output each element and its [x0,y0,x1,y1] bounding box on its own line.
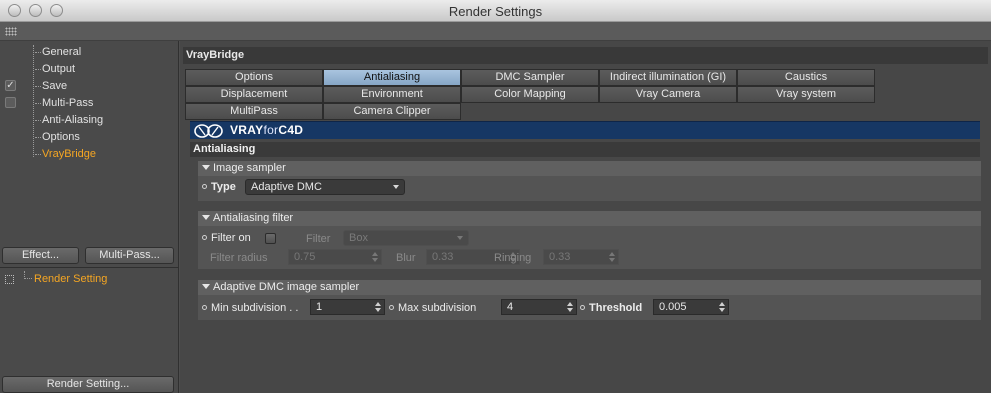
chevron-down-icon [457,236,463,240]
filter-select[interactable]: Box [343,230,469,246]
stepper-icon[interactable] [719,302,725,312]
tab-caustics[interactable]: Caustics [737,69,875,86]
filter-on-label: Filter on [202,232,251,244]
collapse-triangle-icon [202,215,210,220]
threshold-label: Threshold [580,302,642,314]
toolbar-strip [0,22,991,41]
blur-label: Blur [396,252,416,264]
animate-dot-icon[interactable] [389,305,394,310]
animate-dot-icon[interactable] [202,235,207,240]
image-sampler-header[interactable]: Image sampler [198,161,981,176]
tab-antialiasing[interactable]: Antialiasing [323,69,461,86]
tab-multipass[interactable]: MultiPass [185,103,323,120]
max-subdivision-label: Max subdivision [389,302,476,314]
collapse-triangle-icon [202,165,210,170]
tree-connector [33,45,34,157]
window-titlebar: Render Settings [0,0,991,22]
filter-on-checkbox[interactable] [265,233,276,244]
max-subdivision-field[interactable]: 4 [501,299,577,315]
aa-filter-header[interactable]: Antialiasing filter [198,211,981,226]
tab-environment[interactable]: Environment [323,86,461,103]
sidebar-item-vraybridge[interactable]: VrayBridge [35,146,96,162]
sidebar-item-label: Multi-Pass [42,97,94,109]
threshold-field[interactable]: 0.005 [653,299,729,315]
tab-color-mapping[interactable]: Color Mapping [461,86,599,103]
filter-radius-label: Filter radius [210,252,268,264]
image-sampler-group: Image sampler Type Adaptive DMC [198,161,981,201]
stepper-icon[interactable] [372,252,378,262]
sidebar-item-output[interactable]: Output [35,61,75,77]
render-setting-icon[interactable] [5,275,14,284]
tab-dmc-sampler[interactable]: DMC Sampler [461,69,599,86]
tree-connector [24,271,32,279]
sidebar-item-label: Output [42,63,76,75]
ringing-field[interactable]: 0.33 [543,249,619,265]
save-checkbox[interactable]: ✓ [5,80,16,91]
multi-pass-button[interactable]: Multi-Pass... [85,247,174,264]
sidebar-item-label: VrayBridge [42,148,97,160]
tab-options[interactable]: Options [185,69,323,86]
min-subdivision-field[interactable]: 1 [310,299,385,315]
tab-indirect-illumination[interactable]: Indirect illumination (GI) [599,69,737,86]
adaptive-dmc-header[interactable]: Adaptive DMC image sampler [198,280,981,295]
sidebar-item-general[interactable]: General [35,44,81,60]
collapse-triangle-icon [202,284,210,289]
animate-dot-icon[interactable] [580,305,585,310]
ringing-label: Ringing [494,252,532,264]
adaptive-dmc-group: Adaptive DMC image sampler Min subdivisi… [198,280,981,320]
sidebar-item-multi-pass[interactable]: Multi-Pass [35,95,93,111]
chevron-down-icon [393,185,399,189]
vray-logo-icon [194,124,223,138]
render-setting-item[interactable]: Render Setting [34,273,107,285]
vray-logo-text: VRAYforC4D [230,123,304,137]
stepper-icon[interactable] [567,302,573,312]
type-label: Type [202,181,236,193]
tab-camera-clipper[interactable]: Camera Clipper [323,103,461,120]
tab-displacement[interactable]: Displacement [185,86,323,103]
sidebar-item-label: Options [42,131,80,143]
min-subdivision-label: Min subdivision . . [202,302,298,314]
animate-dot-icon[interactable] [202,305,207,310]
filter-radius-field[interactable]: 0.75 [288,249,382,265]
sidebar-item-options[interactable]: Options [35,129,80,145]
type-select[interactable]: Adaptive DMC [245,179,405,195]
grip-icon[interactable] [5,27,17,36]
effect-button[interactable]: Effect... [2,247,79,264]
settings-sidebar: General Output ✓ Save Multi-Pass Anti-Al… [0,41,179,393]
settings-content: VrayBridge Options Antialiasing DMC Samp… [180,41,991,393]
filter-label: Filter [306,233,331,245]
panel-title: VrayBridge [183,47,988,64]
sidebar-item-label: Save [42,80,68,92]
vray-banner: VRAYforC4D [190,121,980,139]
section-title: Antialiasing [190,142,980,157]
tab-vray-camera[interactable]: Vray Camera [599,86,737,103]
sidebar-item-anti-aliasing[interactable]: Anti-Aliasing [35,112,103,128]
stepper-icon[interactable] [375,302,381,312]
stepper-icon[interactable] [609,252,615,262]
render-setting-button[interactable]: Render Setting... [2,376,174,393]
divider [0,267,179,268]
animate-dot-icon[interactable] [202,184,207,189]
sidebar-item-save[interactable]: Save [35,78,67,94]
tab-vray-system[interactable]: Vray system [737,86,875,103]
sidebar-item-label: General [42,46,82,58]
multipass-checkbox[interactable] [5,97,16,108]
window-title: Render Settings [448,4,543,19]
aa-filter-group: Antialiasing filter Filter on Filter Box… [198,211,981,269]
sidebar-item-label: Anti-Aliasing [42,114,104,126]
